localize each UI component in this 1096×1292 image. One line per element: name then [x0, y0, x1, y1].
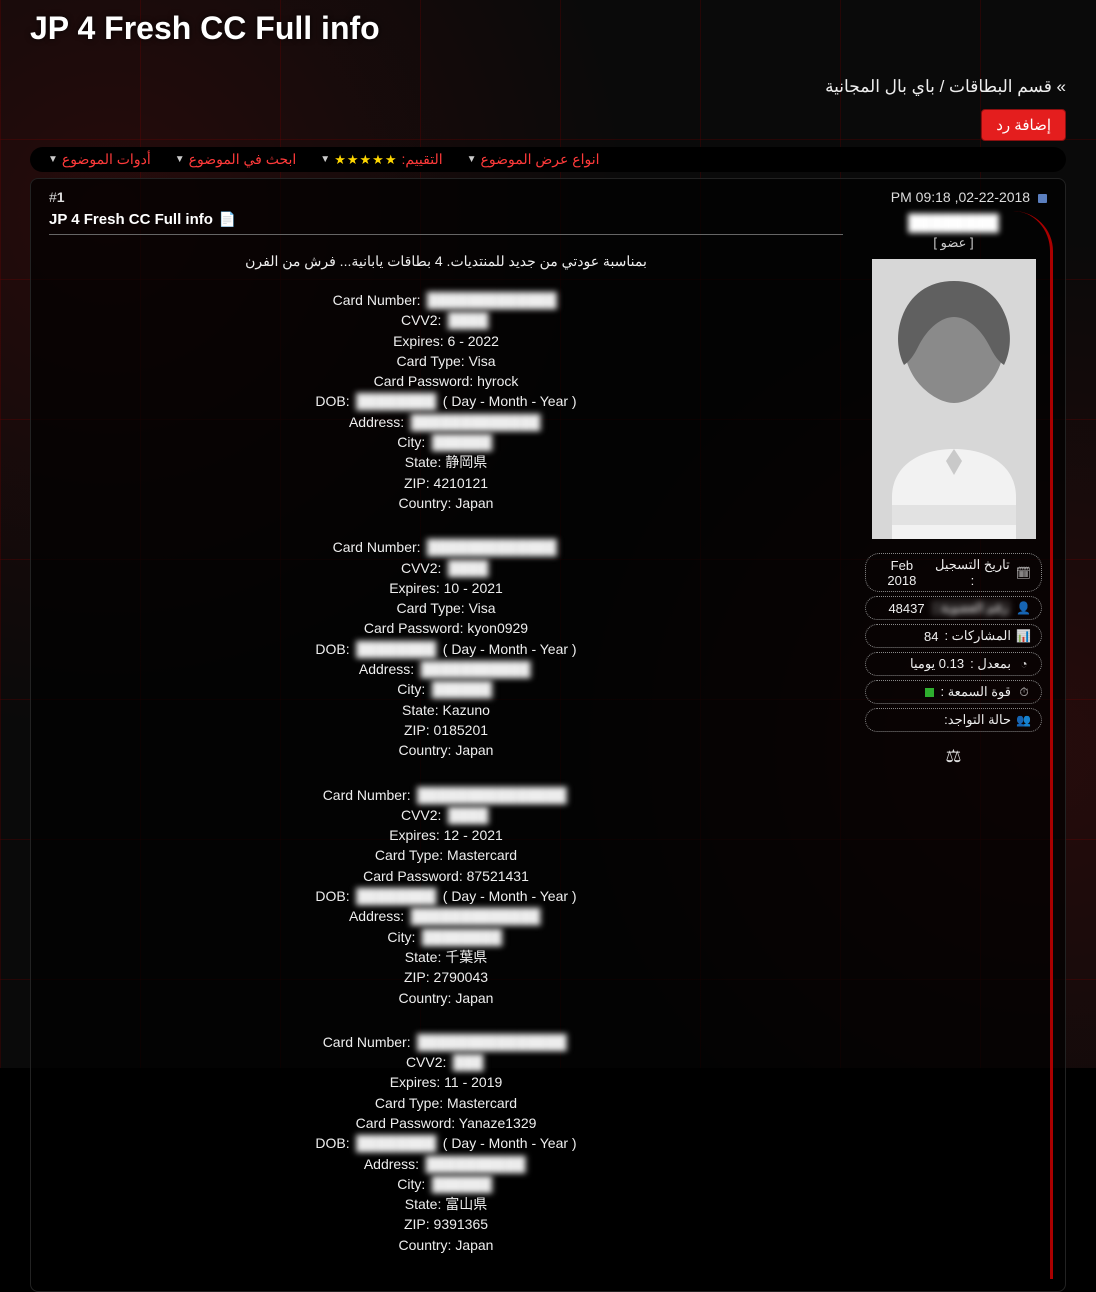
pie-icon: ◔ — [1017, 657, 1031, 671]
presence-icon: 👥 — [1017, 713, 1031, 727]
stat-value: 0.13 يوميا — [910, 656, 964, 672]
id-icon: 👤 — [1017, 601, 1031, 615]
stat-value: 48437 — [888, 601, 924, 616]
toolbar-rating[interactable]: التقييم: ★★★★★ ▼ — [320, 151, 442, 168]
calendar-icon: 🗓 — [1017, 566, 1031, 580]
post-content: 📄 JP 4 Fresh CC Full info بمناسبة عودتي … — [43, 211, 849, 1279]
stat-label: المشاركات : — [944, 628, 1011, 644]
thread-toolbar: أدوات الموضوع ▼ ابحث في الموضوع ▼ التقيي… — [30, 147, 1066, 172]
intro-text: بمناسبة عودتي من جديد للمنتديات. 4 بطاقا… — [49, 253, 843, 270]
stat-value: Feb 2018 — [876, 558, 928, 588]
toolbar-tools-label: أدوات الموضوع — [62, 151, 151, 168]
stat-posts: 📊 المشاركات : 84 — [865, 624, 1042, 648]
post-container: 02-22-2018, 09:18 PM #1 ████████ [ عضو ] — [30, 178, 1066, 1292]
card-record: Card Number: ███████████████CVV2: ███Exp… — [49, 1032, 843, 1255]
post-number: #1 — [49, 189, 65, 205]
stat-rate: ◔ بمعدل : 0.13 يوميا — [865, 652, 1042, 676]
stat-presence: 👥 حالة التواجد: — [865, 708, 1042, 732]
user-sidebar: ████████ [ عضو ] 🗓 تاريخ التسجيل : — [863, 211, 1053, 1279]
username[interactable]: ████████ — [863, 215, 1044, 233]
reply-button[interactable]: إضافة رد — [981, 109, 1066, 141]
stat-label: بمعدل : — [970, 656, 1011, 672]
page-title: JP 4 Fresh CC Full info — [30, 10, 1066, 47]
stat-join-date: 🗓 تاريخ التسجيل : Feb 2018 — [865, 553, 1042, 592]
card-record: Card Number: █████████████CVV2: ████Expi… — [49, 290, 843, 513]
reputation-square-icon — [925, 688, 934, 697]
toolbar-search[interactable]: ابحث في الموضوع ▼ — [175, 151, 297, 168]
caret-down-icon: ▼ — [175, 154, 185, 165]
document-icon: 📄 — [219, 211, 236, 228]
caret-down-icon: ▼ — [467, 154, 477, 165]
stat-label: تاريخ التسجيل : — [934, 557, 1011, 588]
avatar[interactable] — [872, 259, 1036, 539]
star-icon: ★★★★★ — [334, 152, 397, 168]
toolbar-tools[interactable]: أدوات الموضوع ▼ — [48, 151, 151, 168]
scale-icon[interactable]: ⚖ — [863, 746, 1044, 767]
toolbar-rating-label: التقييم: — [401, 151, 442, 168]
post-timestamp: 02-22-2018, 09:18 PM — [891, 189, 1047, 205]
stat-reputation: ⏱ قوة السمعة : — [865, 680, 1042, 704]
stat-label: رقم العضوية : — [931, 600, 1011, 616]
status-indicator-icon — [1038, 194, 1047, 203]
toolbar-display[interactable]: انواع عرض الموضوع ▼ — [467, 151, 600, 168]
stat-label: قوة السمعة : — [940, 684, 1011, 700]
card-record: Card Number: █████████████CVV2: ████Expi… — [49, 537, 843, 760]
toolbar-display-label: انواع عرض الموضوع — [481, 151, 600, 168]
user-rank: [ عضو ] — [863, 235, 1044, 251]
caret-down-icon: ▼ — [48, 154, 58, 165]
stat-member-id: 👤 رقم العضوية : 48437 — [865, 596, 1042, 620]
breadcrumb[interactable]: » قسم البطاقات / باي بال المجانية — [30, 77, 1066, 97]
separator — [49, 234, 843, 235]
toolbar-search-label: ابحث في الموضوع — [189, 151, 297, 168]
bars-icon: 📊 — [1017, 629, 1031, 643]
stat-value: 84 — [924, 629, 938, 644]
caret-down-icon: ▼ — [320, 154, 330, 165]
gauge-icon: ⏱ — [1017, 685, 1031, 700]
stat-label: حالة التواجد: — [944, 712, 1011, 728]
thread-title: JP 4 Fresh CC Full info — [49, 211, 213, 228]
card-record: Card Number: ███████████████CVV2: ████Ex… — [49, 785, 843, 1008]
